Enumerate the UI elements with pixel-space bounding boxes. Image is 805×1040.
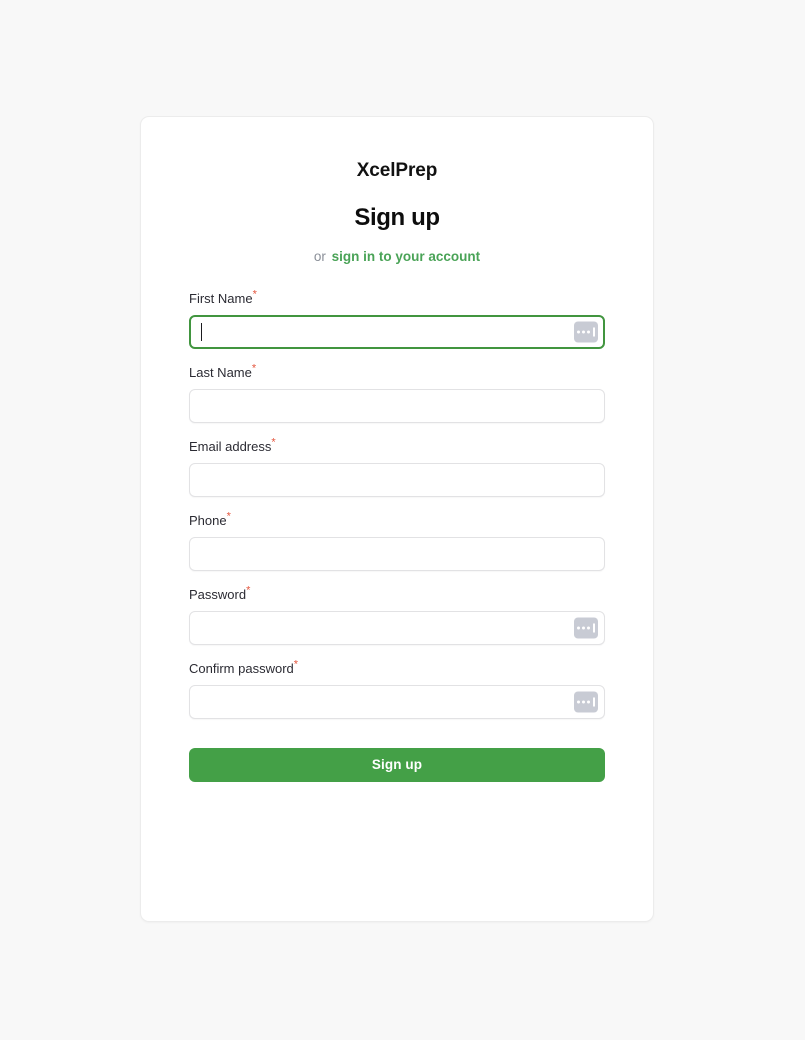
label-last-name: Last Name* xyxy=(189,363,605,380)
field-first-name: First Name* xyxy=(189,289,605,349)
label-text-email: Email address xyxy=(189,438,272,454)
required-asterisk: * xyxy=(271,436,276,449)
input-wrap-first-name xyxy=(189,314,605,349)
input-wrap-password xyxy=(189,610,605,645)
input-wrap-confirm-password xyxy=(189,684,605,719)
required-asterisk: * xyxy=(226,510,231,523)
password-manager-icon[interactable] xyxy=(574,321,598,342)
required-asterisk: * xyxy=(246,584,251,597)
last-name-input[interactable] xyxy=(189,388,605,423)
label-text-first-name: First Name xyxy=(189,290,253,306)
input-wrap-last-name xyxy=(189,388,605,423)
sign-in-link[interactable]: sign in to your account xyxy=(332,249,481,264)
page-title: Sign up xyxy=(354,204,440,231)
field-password: Password* xyxy=(189,585,605,645)
password-manager-icon[interactable] xyxy=(574,617,598,638)
field-confirm-password: Confirm password* xyxy=(189,659,605,719)
required-asterisk: * xyxy=(252,288,257,301)
signup-card: XcelPrep Sign up or sign in to your acco… xyxy=(140,116,654,922)
or-label: or xyxy=(313,249,326,264)
label-password: Password* xyxy=(189,585,605,602)
input-wrap-email xyxy=(189,462,605,497)
first-name-input[interactable] xyxy=(189,314,605,349)
label-confirm-password: Confirm password* xyxy=(189,659,605,676)
phone-input[interactable] xyxy=(189,536,605,571)
sign-up-button[interactable]: Sign up xyxy=(189,747,605,782)
label-phone: Phone* xyxy=(189,511,605,528)
email-input[interactable] xyxy=(189,462,605,497)
signup-page: XcelPrep Sign up or sign in to your acco… xyxy=(0,0,805,1040)
label-first-name: First Name* xyxy=(189,289,605,306)
label-email: Email address* xyxy=(189,437,605,454)
signup-form: First Name* Last Name* Email address* Ph… xyxy=(189,289,605,782)
text-caret xyxy=(201,322,202,341)
field-last-name: Last Name* xyxy=(189,363,605,423)
brand-title: XcelPrep xyxy=(356,160,438,181)
submit-row: Sign up xyxy=(189,747,605,782)
label-text-phone: Phone xyxy=(189,512,227,528)
label-text-confirm-password: Confirm password xyxy=(189,660,294,676)
field-phone: Phone* xyxy=(189,511,605,571)
required-asterisk: * xyxy=(251,362,257,375)
input-wrap-phone xyxy=(189,536,605,571)
label-text-password: Password xyxy=(189,586,247,602)
signin-prompt: or sign in to your account xyxy=(189,250,605,264)
field-email: Email address* xyxy=(189,437,605,497)
confirm-password-input[interactable] xyxy=(189,684,605,719)
password-manager-icon[interactable] xyxy=(574,691,598,712)
label-text-last-name: Last Name xyxy=(189,364,252,380)
required-asterisk: * xyxy=(293,658,299,671)
password-input[interactable] xyxy=(189,610,605,645)
